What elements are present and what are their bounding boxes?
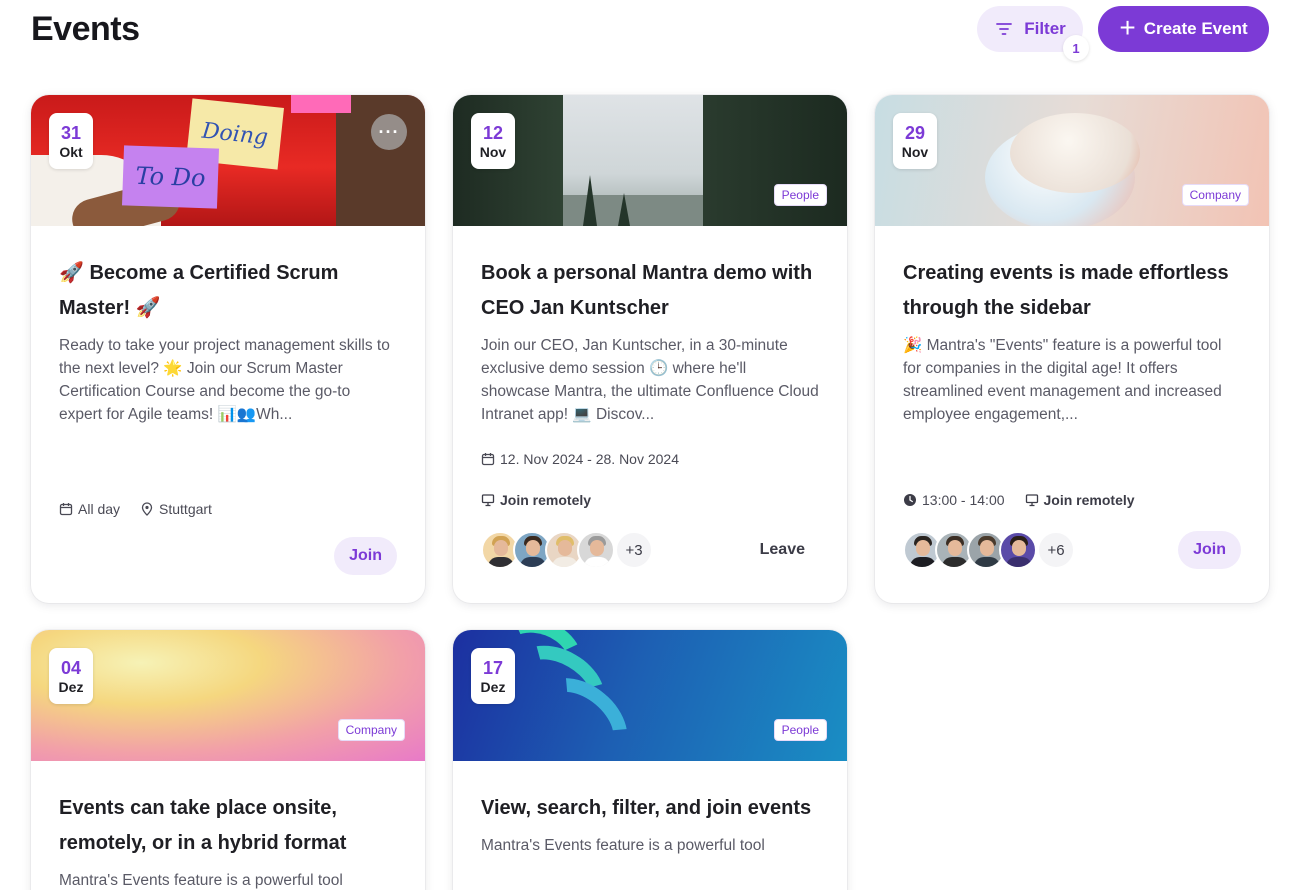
date-badge: 29 Nov xyxy=(893,113,937,169)
sticky-note-todo: To Do xyxy=(135,161,206,193)
date-badge: 04 Dez xyxy=(49,648,93,704)
date-day: 04 xyxy=(60,658,82,678)
monitor-icon xyxy=(1025,494,1038,507)
filter-label: Filter xyxy=(1024,19,1066,38)
location-pin-icon xyxy=(141,502,153,516)
clock-icon xyxy=(904,494,916,506)
event-card[interactable]: 29 Nov Company Creating events is made e… xyxy=(875,95,1269,603)
attendee-avatars[interactable]: +6 xyxy=(903,531,1075,569)
plus-icon: + xyxy=(1119,11,1136,43)
more-options-button[interactable]: ··· xyxy=(371,114,407,150)
date-day: 12 xyxy=(482,123,504,143)
monitor-icon xyxy=(481,494,495,507)
date-month: Dez xyxy=(58,679,84,695)
event-description: Join our CEO, Jan Kuntscher, in a 30-min… xyxy=(481,337,819,423)
ellipsis-icon: ··· xyxy=(378,121,400,142)
join-button[interactable]: Join xyxy=(334,537,397,575)
page-title: Events xyxy=(31,10,140,48)
join-remotely-label: Join remotely xyxy=(1043,492,1135,508)
avatar xyxy=(577,531,615,569)
category-tag: Company xyxy=(337,719,405,741)
event-title[interactable]: 🚀 Become a Certified Scrum Master! 🚀 xyxy=(59,256,397,326)
event-image: 29 Nov Company xyxy=(875,95,1269,226)
event-date-range: 12. Nov 2024 - 28. Nov 2024 xyxy=(500,451,680,467)
event-card[interactable]: 12 Nov People Book a personal Mantra dem… xyxy=(453,95,847,603)
event-description: 🎉 Mantra's "Events" feature is a powerfu… xyxy=(903,337,1222,423)
date-month: Nov xyxy=(479,144,507,160)
sticky-note-doing: Doing xyxy=(200,118,270,150)
event-title[interactable]: Book a personal Mantra demo with CEO Jan… xyxy=(481,256,819,326)
join-button[interactable]: Join xyxy=(1178,531,1241,569)
date-badge: 12 Nov xyxy=(471,113,515,169)
event-meta: All day Stuttgart xyxy=(59,501,212,517)
filter-icon xyxy=(996,23,1013,35)
avatar xyxy=(999,531,1037,569)
event-image: Doing To Do 31 Okt ··· xyxy=(31,95,425,226)
join-remotely-label: Join remotely xyxy=(500,492,592,508)
attendee-avatars[interactable]: +3 xyxy=(481,531,653,569)
date-day: 17 xyxy=(482,658,504,678)
leave-button[interactable]: Leave xyxy=(746,531,819,569)
event-image: 04 Dez Company xyxy=(31,630,425,761)
date-month: Nov xyxy=(901,144,929,160)
event-title[interactable]: View, search, filter, and join events xyxy=(481,791,819,826)
event-card[interactable]: Doing To Do 31 Okt ··· 🚀 Become a Certif… xyxy=(31,95,425,603)
date-day: 29 xyxy=(904,123,926,143)
date-month: Dez xyxy=(480,679,506,695)
event-time: 13:00 - 14:00 xyxy=(922,492,1005,508)
event-title[interactable]: Creating events is made effortless throu… xyxy=(903,256,1241,326)
category-tag: People xyxy=(773,719,827,741)
event-image: 17 Dez People xyxy=(453,630,847,761)
date-month: Okt xyxy=(59,144,83,160)
event-location: Stuttgart xyxy=(159,501,212,517)
category-tag: Company xyxy=(1181,184,1249,206)
event-image: 12 Nov People xyxy=(453,95,847,226)
create-event-button[interactable]: + Create Event xyxy=(1098,6,1269,52)
filter-count-badge: 1 xyxy=(1063,35,1089,61)
calendar-icon xyxy=(59,503,73,516)
date-badge: 17 Dez xyxy=(471,648,515,704)
event-description: Ready to take your project management sk… xyxy=(59,337,390,423)
create-event-label: Create Event xyxy=(1143,19,1248,38)
calendar-icon xyxy=(481,453,495,466)
date-day: 31 xyxy=(60,123,82,143)
event-card[interactable]: 04 Dez Company Events can take place ons… xyxy=(31,630,425,890)
event-description: Mantra's Events feature is a powerful to… xyxy=(59,872,343,889)
event-description: Mantra's Events feature is a powerful to… xyxy=(481,837,765,854)
extra-attendees-count: +6 xyxy=(1037,531,1075,569)
extra-attendees-count: +3 xyxy=(615,531,653,569)
event-time: All day xyxy=(78,501,121,517)
event-title[interactable]: Events can take place onsite, remotely, … xyxy=(59,791,397,861)
event-card[interactable]: 17 Dez People View, search, filter, and … xyxy=(453,630,847,890)
date-badge: 31 Okt xyxy=(49,113,93,169)
category-tag: People xyxy=(773,184,827,206)
